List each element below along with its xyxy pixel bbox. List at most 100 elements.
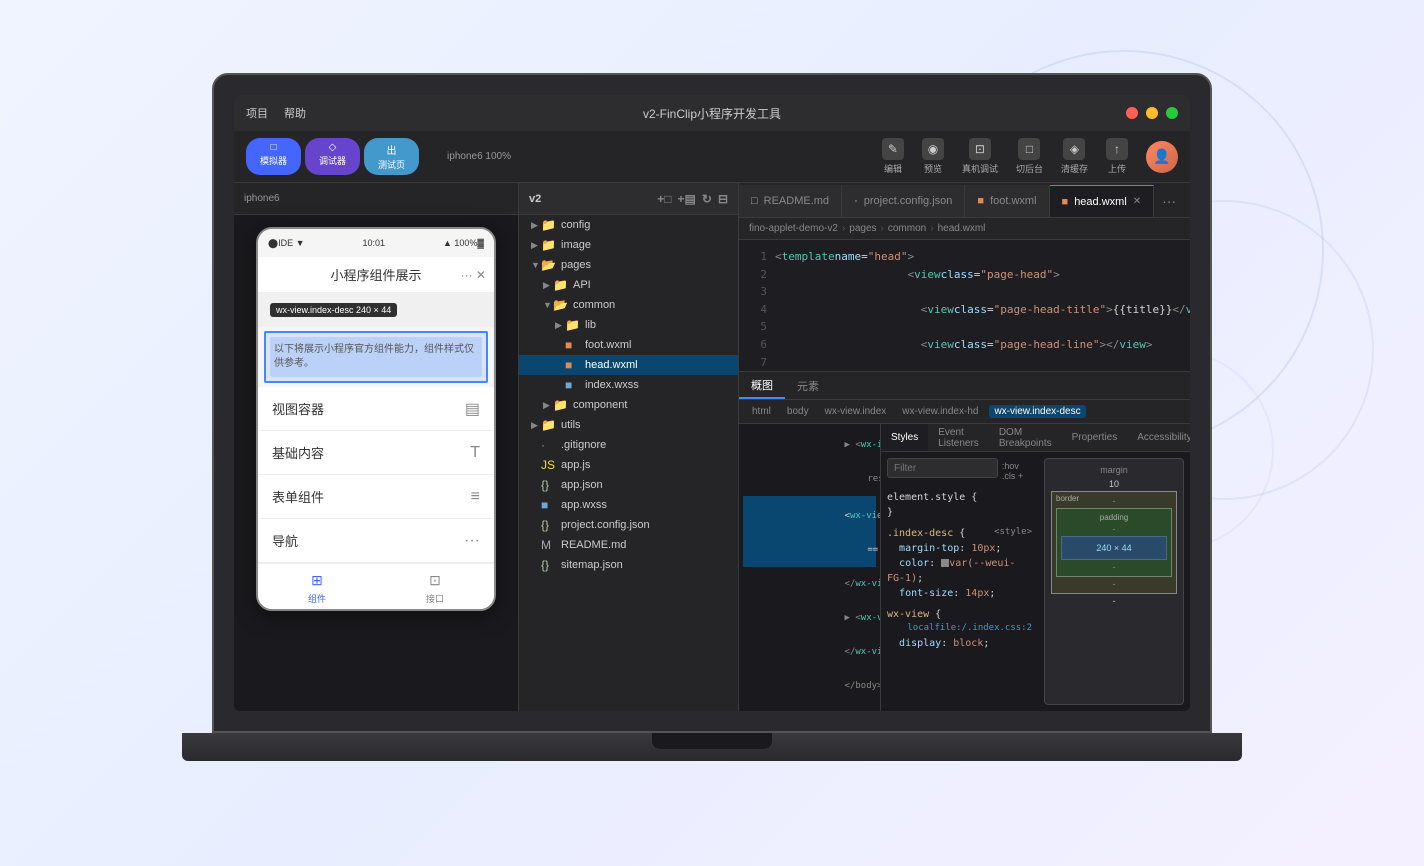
- tab-head-wxml[interactable]: ■ head.wxml ✕: [1050, 185, 1155, 217]
- bottom-panel: 概图 元素 html body wx-view.index wx-view.in…: [739, 371, 1190, 711]
- debug-button[interactable]: ◇ 调试器: [305, 138, 360, 175]
- phone-nav-components[interactable]: ⊞ 组件: [258, 564, 376, 609]
- arrow-common: ▼: [543, 300, 553, 310]
- new-folder-icon[interactable]: +▤: [678, 192, 696, 206]
- html-tree-line-1: resources/kind/logo.png">_</wx-image>: [743, 462, 876, 496]
- app-window: 项目 帮助 v2-FinClip小程序开发工具 □ 模拟器: [234, 95, 1190, 711]
- tab-readme-label: README.md: [764, 195, 829, 207]
- folder-name-component: component: [573, 399, 627, 411]
- tab-foot-wxml[interactable]: ■ foot.wxml: [965, 185, 1049, 217]
- test-button[interactable]: 出 测试页: [364, 138, 419, 175]
- tree-folder-utils[interactable]: ▶ 📁 utils: [519, 415, 738, 435]
- device-debug-icon: ⊡: [969, 138, 991, 160]
- phone-desc-text: 以下将展示小程序官方组件能力，组件样式仅供参考。: [270, 337, 482, 377]
- collapse-icon[interactable]: ⊟: [718, 192, 728, 206]
- simulate-button[interactable]: □ 模拟器: [246, 138, 301, 175]
- line-numbers: 12345678: [739, 240, 775, 371]
- minimize-button[interactable]: [1146, 107, 1158, 119]
- tab-project-config[interactable]: · project.config.json: [842, 185, 965, 217]
- file-name-gitignore: .gitignore: [561, 439, 606, 451]
- tab-elements[interactable]: 元素: [785, 372, 831, 399]
- style-index-desc-rule: .index-desc { <style> margin-top: 10px; …: [887, 526, 1032, 601]
- tree-file-index-wxss[interactable]: ■ index.wxss: [519, 375, 738, 395]
- menu-project[interactable]: 项目: [246, 105, 268, 121]
- menu-help[interactable]: 帮助: [284, 105, 306, 121]
- tab-close-icon[interactable]: ✕: [1133, 196, 1141, 207]
- phone-more-icon[interactable]: ··· ✕: [461, 268, 486, 282]
- action-background[interactable]: □ 切后台: [1016, 138, 1043, 175]
- toolbar-actions: ✎ 编辑 ◉ 预览 ⊡ 真机调试 □ 切后台: [882, 138, 1178, 175]
- action-upload[interactable]: ↑ 上传: [1106, 138, 1128, 175]
- tree-folder-pages[interactable]: ▼ 📂 pages: [519, 255, 738, 275]
- phone-menu-label-2: 表单组件: [272, 487, 324, 506]
- tree-folder-config[interactable]: ▶ 📁 config: [519, 215, 738, 235]
- style-tab-accessibility[interactable]: Accessibility: [1127, 424, 1190, 451]
- user-avatar[interactable]: 👤: [1146, 141, 1178, 173]
- breadcrumb-sep-2: ›: [930, 223, 933, 234]
- tab-overview[interactable]: 概图: [739, 372, 785, 399]
- tab-readme[interactable]: □ README.md: [739, 185, 842, 217]
- style-tab-styles[interactable]: Styles: [881, 424, 928, 451]
- phone-menu-item-2[interactable]: 表单组件 ≡: [258, 475, 494, 519]
- file-name-app-wxss: app.wxss: [561, 499, 607, 511]
- box-outer: border - padding - 240 × 44: [1051, 491, 1177, 594]
- phone-nav-api[interactable]: ⊡ 接口: [376, 564, 494, 609]
- style-tab-properties[interactable]: Properties: [1062, 424, 1128, 451]
- phone-menu-item-3[interactable]: 导航 ···: [258, 519, 494, 563]
- action-edit[interactable]: ✎ 编辑: [882, 138, 904, 175]
- style-tab-dom-breakpoints[interactable]: DOM Breakpoints: [989, 424, 1062, 451]
- tree-folder-api[interactable]: ▶ 📁 API: [519, 275, 738, 295]
- folder-icon-utils: 📁: [541, 418, 557, 432]
- style-tab-event-listeners[interactable]: Event Listeners: [928, 424, 989, 451]
- box-border-bottom: -: [1056, 579, 1172, 589]
- tree-folder-component[interactable]: ▶ 📁 component: [519, 395, 738, 415]
- editor-tabs: □ README.md · project.config.json ■ foot…: [739, 183, 1190, 218]
- html-bc-index-desc[interactable]: wx-view.index-desc: [989, 405, 1085, 418]
- close-button[interactable]: [1126, 107, 1138, 119]
- tree-folder-common[interactable]: ▼ 📂 common: [519, 295, 738, 315]
- tree-file-foot-wxml[interactable]: ■ foot.wxml: [519, 335, 738, 355]
- tree-file-app-wxss[interactable]: ■ app.wxss: [519, 495, 738, 515]
- toolbar-mode-buttons: □ 模拟器 ◇ 调试器 出 测试页: [246, 138, 419, 175]
- action-clear-cache[interactable]: ◈ 清缓存: [1061, 138, 1088, 175]
- tree-file-sitemap[interactable]: {} sitemap.json: [519, 555, 738, 575]
- html-tree-line-0: ▶ <wx-image class="index-logo" src="../r…: [743, 428, 876, 462]
- html-bc-body[interactable]: body: [782, 405, 814, 418]
- html-bc-index[interactable]: wx-view.index: [820, 405, 892, 418]
- window-title: v2-FinClip小程序开发工具: [643, 105, 781, 122]
- tree-file-head-wxml[interactable]: ■ head.wxml: [519, 355, 738, 375]
- simulate-icon: □: [270, 142, 276, 153]
- style-filter-input[interactable]: [887, 458, 998, 478]
- code-editor: 12345678 <template name="head"> <view cl…: [739, 240, 1190, 371]
- code-content[interactable]: <template name="head"> <view class="page…: [775, 240, 1190, 371]
- tree-file-app-json[interactable]: {} app.json: [519, 475, 738, 495]
- tree-file-gitignore[interactable]: · .gitignore: [519, 435, 738, 455]
- action-device-debug[interactable]: ⊡ 真机调试: [962, 138, 998, 175]
- tree-file-app-js[interactable]: JS app.js: [519, 455, 738, 475]
- style-left-panel: :hov .cls + element.style { } .index-des…: [881, 452, 1038, 711]
- file-name-index-wxss: index.wxss: [585, 379, 639, 391]
- html-bc-index-hd[interactable]: wx-view.index-hd: [897, 405, 983, 418]
- tree-folder-lib[interactable]: ▶ 📁 lib: [519, 315, 738, 335]
- folder-icon-component: 📁: [553, 398, 569, 412]
- html-bc-html[interactable]: html: [747, 405, 776, 418]
- maximize-button[interactable]: [1166, 107, 1178, 119]
- action-preview[interactable]: ◉ 预览: [922, 138, 944, 175]
- preview-header-label: iphone6: [244, 193, 280, 204]
- laptop-base: [182, 733, 1242, 761]
- tree-file-readme[interactable]: M README.md: [519, 535, 738, 555]
- file-tree-actions: +□ +▤ ↻ ⊟: [657, 192, 728, 206]
- box-padding-bottom: -: [1061, 562, 1167, 572]
- tree-file-project-config[interactable]: {} project.config.json: [519, 515, 738, 535]
- refresh-icon[interactable]: ↻: [702, 192, 712, 206]
- editor-area: □ README.md · project.config.json ■ foot…: [739, 183, 1190, 711]
- phone-menu-item-0[interactable]: 视图容器 ▤: [258, 387, 494, 431]
- phone-menu-icon-2: ≡: [471, 488, 480, 506]
- phone-menu-item-1[interactable]: 基础内容 T: [258, 431, 494, 475]
- preview-panel: iphone6 ⬤IDE ▼ 10:01 ▲ 100%▓ 小程序组件展示 ···: [234, 183, 519, 711]
- html-tree-line-2[interactable]: <wx-view class="index-desc">以下将展示小程序官方组件…: [743, 496, 876, 533]
- bottom-panel-tabs: 概图 元素: [739, 372, 1190, 400]
- new-file-icon[interactable]: +□: [657, 192, 671, 206]
- tree-folder-image[interactable]: ▶ 📁 image: [519, 235, 738, 255]
- tab-more-button[interactable]: ···: [1154, 185, 1184, 217]
